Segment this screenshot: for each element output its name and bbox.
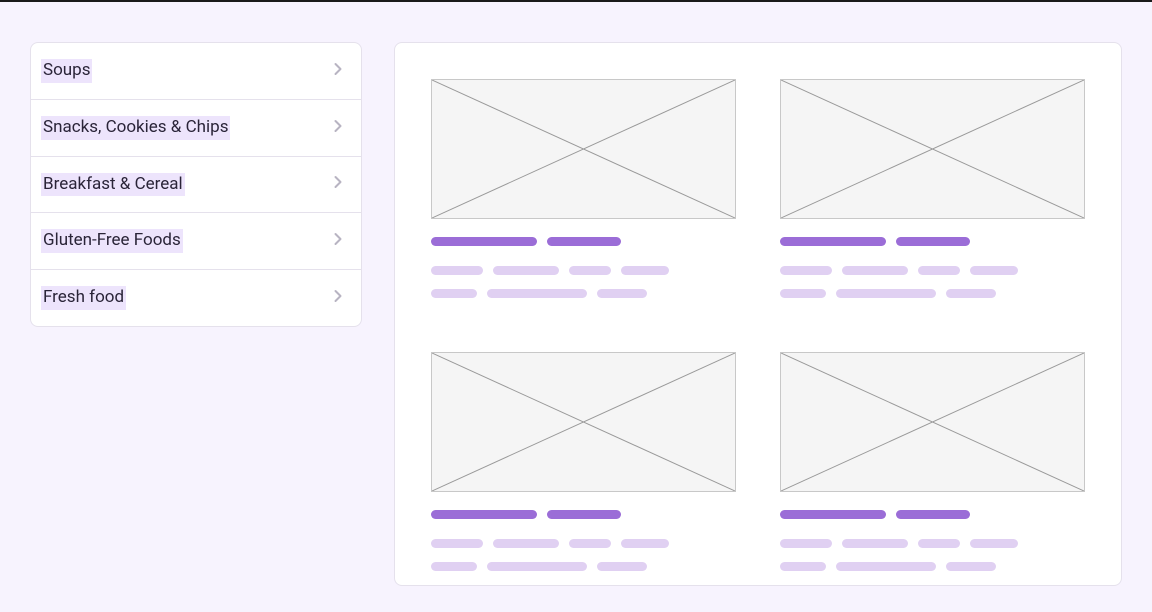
sidebar-item-snacks[interactable]: Snacks, Cookies & Chips [31, 100, 361, 157]
sidebar-item-label: Soups [41, 59, 92, 83]
product-card[interactable] [780, 79, 1085, 312]
content-area [394, 42, 1122, 586]
text-placeholder [431, 539, 736, 548]
product-card[interactable] [431, 352, 736, 585]
category-sidebar: Soups Snacks, Cookies & Chips Breakfast … [30, 42, 362, 327]
sidebar-item-label: Breakfast & Cereal [41, 173, 185, 197]
product-card[interactable] [780, 352, 1085, 585]
sidebar-item-label: Gluten-Free Foods [41, 229, 183, 253]
title-placeholder [780, 237, 1085, 246]
sidebar-item-label: Snacks, Cookies & Chips [41, 116, 230, 140]
text-placeholder [780, 539, 1085, 548]
product-card[interactable] [431, 79, 736, 312]
product-grid [431, 79, 1085, 585]
sidebar-item-breakfast[interactable]: Breakfast & Cereal [31, 157, 361, 214]
image-placeholder [780, 352, 1085, 492]
sidebar-item-soups[interactable]: Soups [31, 43, 361, 100]
chevron-right-icon [329, 117, 347, 139]
chevron-right-icon [329, 60, 347, 82]
chevron-right-icon [329, 287, 347, 309]
sidebar-item-fresh-food[interactable]: Fresh food [31, 270, 361, 326]
sidebar-item-label: Fresh food [41, 286, 126, 310]
chevron-right-icon [329, 230, 347, 252]
text-placeholder [431, 266, 736, 275]
layout-container: Soups Snacks, Cookies & Chips Breakfast … [0, 2, 1152, 586]
title-placeholder [431, 510, 736, 519]
text-placeholder [431, 562, 736, 571]
text-placeholder [780, 289, 1085, 298]
text-placeholder [780, 266, 1085, 275]
title-placeholder [780, 510, 1085, 519]
image-placeholder [431, 79, 736, 219]
chevron-right-icon [329, 173, 347, 195]
text-placeholder [431, 289, 736, 298]
title-placeholder [431, 237, 736, 246]
image-placeholder [780, 79, 1085, 219]
text-placeholder [780, 562, 1085, 571]
image-placeholder [431, 352, 736, 492]
sidebar-item-gluten-free[interactable]: Gluten-Free Foods [31, 213, 361, 270]
